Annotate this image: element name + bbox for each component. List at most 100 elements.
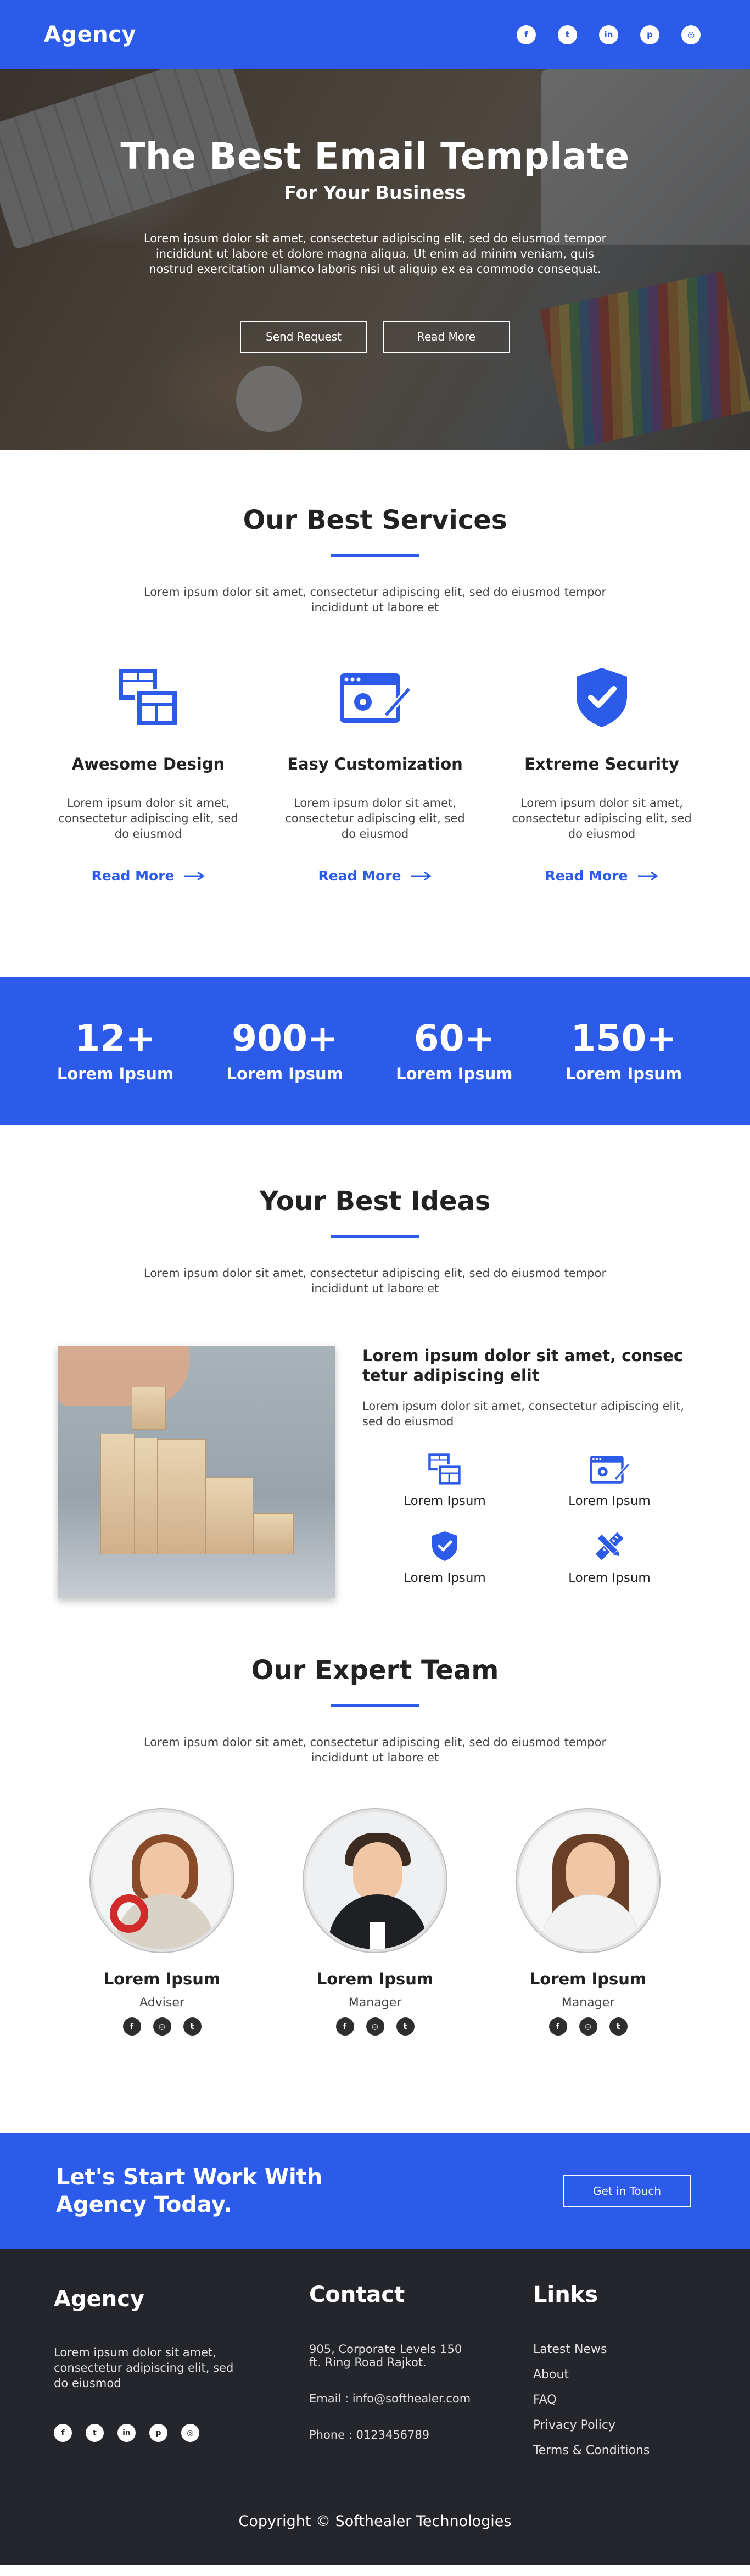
twitter-icon[interactable]: t <box>183 2017 202 2036</box>
team-divider <box>331 1704 419 1707</box>
footer: Agency Lorem ipsum dolor sit amet, conse… <box>0 2249 750 2565</box>
instagram-icon[interactable]: ◎ <box>181 2424 199 2442</box>
send-request-button[interactable]: Send Request <box>240 321 367 353</box>
footer-email[interactable]: Email : info@softhealer.com <box>309 2392 474 2405</box>
arrow-right-icon <box>637 871 658 880</box>
facebook-icon[interactable]: f <box>54 2424 72 2442</box>
facebook-icon[interactable]: f <box>517 25 536 44</box>
service-read-more-link[interactable]: Read More <box>318 868 432 884</box>
layout-design-icon <box>362 1451 527 1487</box>
hero-banner: The Best Email Template For Your Busines… <box>0 69 750 450</box>
facebook-icon[interactable]: f <box>548 2017 567 2036</box>
feature-label: Lorem Ipsum <box>404 1494 486 1508</box>
instagram-icon[interactable]: ◎ <box>153 2017 171 2036</box>
twitter-icon[interactable]: t <box>558 25 577 44</box>
twitter-icon[interactable]: t <box>609 2017 628 2036</box>
service-title: Easy Customization <box>287 755 463 773</box>
twitter-icon[interactable]: t <box>86 2424 104 2442</box>
ideas-text: Lorem ipsum dolor sit amet, consectetur … <box>362 1399 685 1428</box>
team-member-card: Lorem Ipsum Adviser f ◎ t <box>88 1809 236 2036</box>
footer-link-list: Latest News About FAQ Privacy Policy Ter… <box>533 2343 698 2457</box>
stat-item: 900+ Lorem Ipsum <box>225 1019 345 1083</box>
service-title: Extreme Security <box>524 755 679 773</box>
stat-item: 12+ Lorem Ipsum <box>55 1019 176 1083</box>
wooden-blocks-image <box>58 1346 335 1598</box>
feature-item: Lorem Ipsum <box>527 1451 692 1508</box>
footer-phone[interactable]: Phone : 0123456789 <box>309 2428 474 2441</box>
member-social-links: f ◎ t <box>514 2017 662 2036</box>
stat-label: Lorem Ipsum <box>396 1064 513 1083</box>
service-link-label: Read More <box>91 868 175 884</box>
pinterest-icon[interactable]: p <box>149 2424 167 2442</box>
footer-link-terms[interactable]: Terms & Conditions <box>533 2444 698 2457</box>
footer-link-faq[interactable]: FAQ <box>533 2393 698 2407</box>
copyright-text: Copyright © Softhealer Technologies <box>238 2513 512 2530</box>
member-social-links: f ◎ t <box>301 2017 449 2036</box>
service-card: Easy Customization Lorem ipsum dolor sit… <box>282 665 468 884</box>
avatar-face <box>566 1842 615 1903</box>
footer-link-latest-news[interactable]: Latest News <box>533 2343 698 2356</box>
facebook-icon[interactable]: f <box>122 2017 141 2036</box>
arrow-right-icon <box>184 871 205 880</box>
service-read-more-link[interactable]: Read More <box>545 868 658 884</box>
linkedin-icon[interactable]: in <box>117 2424 136 2442</box>
member-name: Lorem Ipsum <box>529 1970 647 1988</box>
stat-item: 150+ Lorem Ipsum <box>563 1019 684 1083</box>
stat-number: 12+ <box>75 1017 156 1060</box>
services-list: Awesome Design Lorem ipsum dolor sit ame… <box>0 665 750 884</box>
footer-contact-title: Contact <box>309 2282 405 2307</box>
member-name: Lorem Ipsum <box>103 1970 221 1988</box>
ideas-section: Your Best Ideas Lorem ipsum dolor sit am… <box>0 1125 750 1655</box>
ideas-title: Your Best Ideas <box>259 1186 491 1217</box>
block-shape <box>206 1477 253 1554</box>
hero-subtitle: For Your Business <box>284 182 466 203</box>
block-shape <box>132 1387 166 1430</box>
footer-address: 905, Corporate Levels 150 ft. Ring Road … <box>309 2343 462 2369</box>
block-shape <box>100 1434 135 1554</box>
footer-about: Agency Lorem ipsum dolor sit amet, conse… <box>54 2282 309 2469</box>
service-text: Lorem ipsum dolor sit amet, consectetur … <box>285 796 465 840</box>
service-read-more-link[interactable]: Read More <box>91 868 205 884</box>
member-role: Manager <box>561 1996 615 2010</box>
footer-brand[interactable]: Agency <box>54 2287 309 2312</box>
pinterest-icon[interactable]: p <box>640 25 659 44</box>
instagram-icon[interactable]: ◎ <box>366 2017 384 2036</box>
top-header: Agency f t in p ◎ <box>0 0 750 69</box>
stat-number: 900+ <box>232 1017 338 1060</box>
services-description: Lorem ipsum dolor sit amet, consectetur … <box>143 586 607 614</box>
instagram-icon[interactable]: ◎ <box>681 25 701 44</box>
ideas-detail: Lorem ipsum dolor sit amet, consec tetur… <box>362 1346 692 1598</box>
stats-section: 12+ Lorem Ipsum 900+ Lorem Ipsum 60+ Lor… <box>0 977 750 1125</box>
brand-logo[interactable]: Agency <box>44 22 136 47</box>
member-name: Lorem Ipsum <box>316 1970 434 1988</box>
layout-design-icon <box>55 665 242 731</box>
feature-item: Lorem Ipsum <box>362 1528 527 1585</box>
avatar <box>517 1809 659 1952</box>
shirt-shape <box>370 1922 385 1949</box>
browser-settings-icon <box>527 1451 692 1487</box>
stat-item: 60+ Lorem Ipsum <box>394 1019 514 1083</box>
get-in-touch-button[interactable]: Get in Touch <box>563 2175 691 2207</box>
service-link-label: Read More <box>318 868 401 884</box>
stat-label: Lorem Ipsum <box>57 1064 174 1083</box>
footer-link-about[interactable]: About <box>533 2368 698 2382</box>
linkedin-icon[interactable]: in <box>599 25 618 44</box>
footer-link-privacy-policy[interactable]: Privacy Policy <box>533 2418 698 2432</box>
block-shape <box>253 1513 294 1554</box>
header-social-links: f t in p ◎ <box>517 25 701 44</box>
services-divider <box>331 554 419 557</box>
shield-check-icon <box>508 665 695 731</box>
services-title: Our Best Services <box>243 505 507 536</box>
block-shape <box>158 1439 206 1554</box>
twitter-icon[interactable]: t <box>396 2017 415 2036</box>
hero-title: The Best Email Template <box>120 135 630 177</box>
team-title: Our Expert Team <box>251 1655 499 1686</box>
facebook-icon[interactable]: f <box>335 2017 354 2036</box>
service-title: Awesome Design <box>71 755 225 773</box>
read-more-button[interactable]: Read More <box>383 321 510 353</box>
hero-text: Lorem ipsum dolor sit amet, consectetur … <box>143 232 607 276</box>
footer-contact-details: 905, Corporate Levels 150 ft. Ring Road … <box>309 2343 533 2441</box>
feature-item: Lorem Ipsum <box>362 1451 527 1508</box>
avatar-face <box>353 1842 402 1903</box>
instagram-icon[interactable]: ◎ <box>579 2017 597 2036</box>
